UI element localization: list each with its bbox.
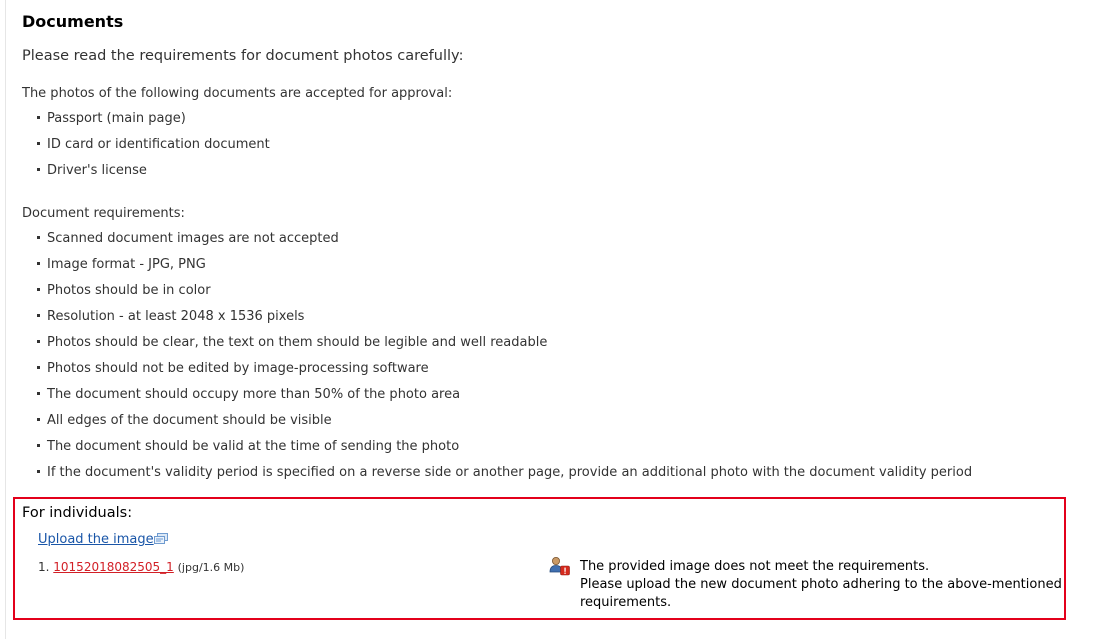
bullet-icon: [37, 418, 40, 421]
list-item: The document should occupy more than 50%…: [37, 382, 972, 408]
individuals-title: For individuals:: [22, 505, 133, 521]
bullet-icon: [37, 366, 40, 369]
document-requirements-heading: Document requirements:: [22, 206, 185, 221]
list-item: Image format - JPG, PNG: [37, 252, 972, 278]
bullet-icon: [37, 262, 40, 265]
list-item: Photos should be clear, the text on them…: [37, 330, 972, 356]
list-item: If the document's validity period is spe…: [37, 460, 972, 486]
bullet-icon: [37, 168, 40, 171]
user-warning-icon: [549, 557, 570, 576]
list-item: ID card or identification document: [37, 132, 270, 158]
list-item: Photos should be in color: [37, 278, 972, 304]
image-rejected-message: The provided image does not meet the req…: [580, 558, 1062, 612]
bullet-icon: [37, 116, 40, 119]
list-item: Passport (main page): [37, 106, 270, 132]
bullet-icon: [37, 340, 40, 343]
uploaded-file-item: 1. 10152018082505_1 (jpg/1.6 Mb): [38, 560, 244, 574]
bullet-icon: [37, 142, 40, 145]
warning-line: The provided image does not meet the req…: [580, 559, 930, 574]
list-item: Photos should not be edited by image-pro…: [37, 356, 972, 382]
file-index: 1.: [38, 560, 50, 574]
list-item: Resolution - at least 2048 x 1536 pixels: [37, 304, 972, 330]
upload-image-icon[interactable]: [154, 533, 168, 544]
accepted-documents-list: Passport (main page) ID card or identifi…: [37, 106, 270, 184]
list-item: The document should be valid at the time…: [37, 434, 972, 460]
document-requirements-list: Scanned document images are not accepted…: [37, 226, 972, 486]
content-left-border: [5, 0, 6, 639]
file-meta: (jpg/1.6 Mb): [177, 561, 245, 574]
uploaded-file-link[interactable]: 10152018082505_1: [53, 560, 174, 574]
requirements-intro: Please read the requirements for documen…: [22, 48, 464, 64]
warning-line: requirements.: [580, 595, 672, 610]
list-item: All edges of the document should be visi…: [37, 408, 972, 434]
bullet-icon: [37, 314, 40, 317]
bullet-icon: [37, 288, 40, 291]
upload-image-link[interactable]: Upload the image: [38, 532, 154, 547]
accepted-documents-heading: The photos of the following documents ar…: [22, 86, 453, 101]
bullet-icon: [37, 470, 40, 473]
list-item: Scanned document images are not accepted: [37, 226, 972, 252]
warning-line: Please upload the new document photo adh…: [580, 577, 1062, 592]
bullet-icon: [37, 236, 40, 239]
page-title: Documents: [22, 12, 124, 31]
bullet-icon: [37, 392, 40, 395]
list-item: Driver's license: [37, 158, 270, 184]
bullet-icon: [37, 444, 40, 447]
